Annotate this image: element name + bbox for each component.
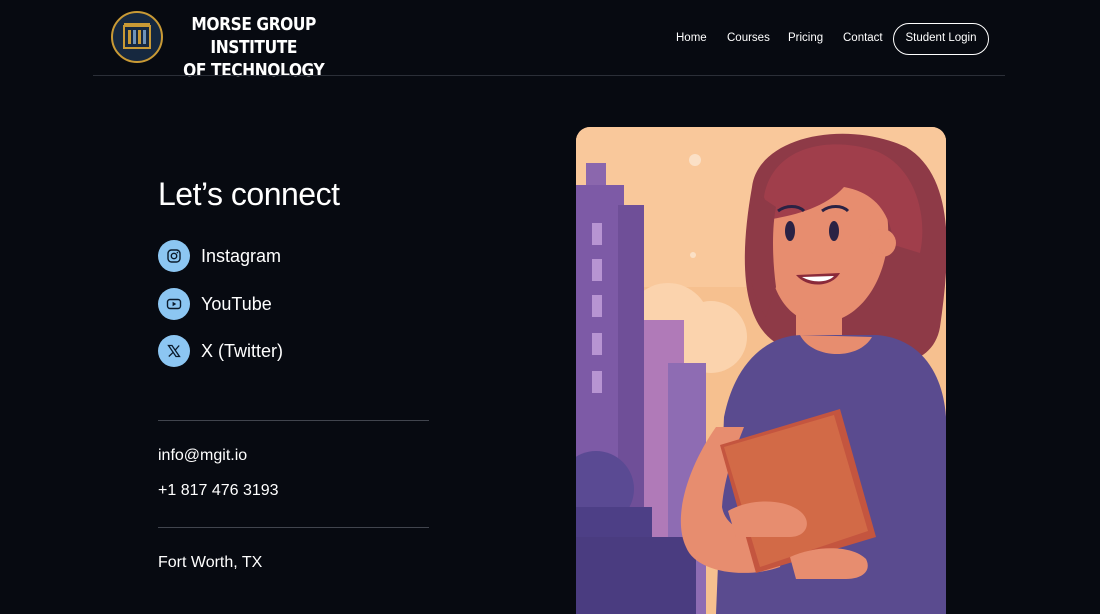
contact-divider-2: [158, 527, 429, 528]
location-text: Fort Worth, TX: [158, 554, 263, 571]
student-login-button[interactable]: Student Login: [893, 23, 989, 55]
institute-logo[interactable]: [111, 11, 163, 63]
illustration-artwork: [576, 127, 946, 614]
x-twitter-label: X (Twitter): [201, 341, 284, 361]
instagram-icon: [158, 240, 190, 272]
brand-line-1: MORSE GROUP INSTITUTE: [191, 14, 316, 58]
nav-home-link[interactable]: Home: [676, 32, 707, 44]
site-header: MORSE GROUP INSTITUTE OF TECHNOLOGY Home…: [0, 0, 1100, 81]
contact-divider-1: [158, 420, 429, 421]
email-link[interactable]: info@mgit.io: [158, 447, 247, 465]
instagram-label: Instagram: [201, 246, 282, 266]
institute-name[interactable]: MORSE GROUP INSTITUTE OF TECHNOLOGY: [172, 13, 335, 82]
nav-courses-link[interactable]: Courses: [727, 32, 770, 44]
header-divider: [93, 75, 1005, 76]
phone-link[interactable]: +1 817 476 3193: [158, 482, 279, 500]
logo-emblem-icon: [123, 23, 151, 49]
nav-pricing-link[interactable]: Pricing: [788, 32, 823, 44]
youtube-icon: [158, 288, 190, 320]
youtube-label: YouTube: [201, 294, 272, 314]
x-twitter-icon: [158, 335, 190, 367]
brand-line-2: OF TECHNOLOGY: [183, 60, 325, 81]
nav-contact-link[interactable]: Contact: [843, 32, 883, 44]
student-illustration: [576, 127, 946, 614]
page-heading: Let’s connect: [158, 176, 340, 212]
